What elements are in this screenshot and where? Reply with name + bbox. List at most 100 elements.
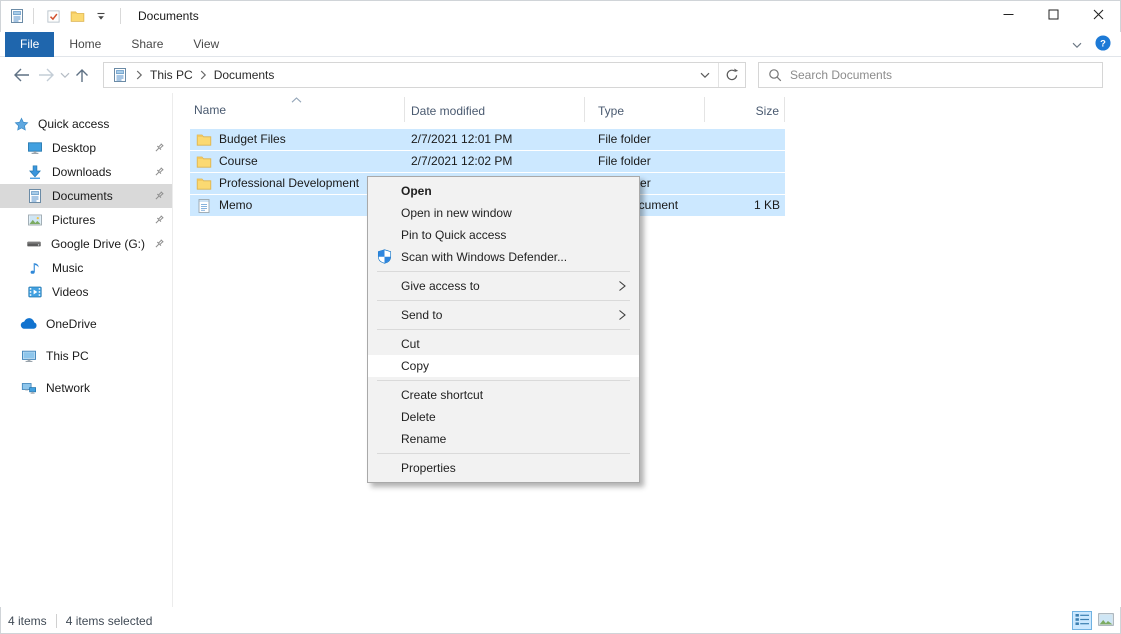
sidebar-item-this-pc[interactable]: This PC xyxy=(0,344,172,368)
music-icon xyxy=(26,260,44,276)
address-bar[interactable]: This PC Documents xyxy=(103,62,746,88)
menu-item-open[interactable]: Open xyxy=(368,180,639,202)
sidebar-item-quick-access[interactable]: Quick access xyxy=(0,112,172,136)
sidebar-item-label: Google Drive (G:) xyxy=(51,237,145,251)
menu-item-scan-with-windows-defender[interactable]: Scan with Windows Defender... xyxy=(368,246,639,268)
close-button[interactable] xyxy=(1076,0,1121,32)
menu-item-label: Properties xyxy=(401,461,456,475)
file-row-budget-files[interactable]: Budget Files2/7/2021 12:01 PMFile folder xyxy=(190,129,785,150)
column-header-name[interactable]: Name xyxy=(190,97,405,122)
menu-item-rename[interactable]: Rename xyxy=(368,428,639,450)
sidebar-item-music[interactable]: Music xyxy=(0,256,172,280)
file-name: Course xyxy=(219,151,258,172)
close-icon xyxy=(1093,9,1104,23)
sidebar-item-onedrive[interactable]: OneDrive xyxy=(0,312,172,336)
column-header-size[interactable]: Size xyxy=(705,97,785,122)
sidebar-item-network[interactable]: Network xyxy=(0,376,172,400)
menu-item-copy[interactable]: Copy xyxy=(368,355,639,377)
back-button[interactable] xyxy=(12,63,31,87)
maximize-button[interactable] xyxy=(1031,0,1076,32)
file-row-course[interactable]: Course2/7/2021 12:02 PMFile folder xyxy=(190,151,785,172)
menu-item-label: Create shortcut xyxy=(401,388,483,402)
file-name: Professional Development xyxy=(219,173,359,194)
menu-item-pin-to-quick-access[interactable]: Pin to Quick access xyxy=(368,224,639,246)
thumbnail-view-button[interactable] xyxy=(1096,611,1116,630)
maximize-icon xyxy=(1048,9,1059,23)
sidebar-item-pictures[interactable]: Pictures xyxy=(0,208,172,232)
pin-icon xyxy=(153,238,165,250)
help-icon[interactable]: ? xyxy=(1095,35,1111,54)
qat-new-folder-icon[interactable] xyxy=(68,7,86,25)
menu-separator xyxy=(377,380,630,381)
tab-view[interactable]: View xyxy=(178,32,234,57)
column-header-type[interactable]: Type xyxy=(585,97,705,122)
column-header-label: Date modified xyxy=(411,104,485,118)
submenu-arrow-icon xyxy=(618,280,627,292)
menu-item-label: Open in new window xyxy=(401,206,512,220)
file-name-cell: Course xyxy=(190,151,405,172)
menu-item-cut[interactable]: Cut xyxy=(368,333,639,355)
column-header-date-modified[interactable]: Date modified xyxy=(405,97,585,122)
column-header-label: Size xyxy=(756,104,779,118)
menu-item-give-access-to[interactable]: Give access to xyxy=(368,275,639,297)
sidebar-item-label: Documents xyxy=(52,189,113,203)
menu-item-label: Send to xyxy=(401,308,442,322)
menu-item-open-in-new-window[interactable]: Open in new window xyxy=(368,202,639,224)
sidebar-item-label: Music xyxy=(52,261,83,275)
file-explorer-window: Documents FileHomeShareView ? This PC Doc… xyxy=(0,0,1121,634)
menu-item-delete[interactable]: Delete xyxy=(368,406,639,428)
sidebar-item-downloads[interactable]: Downloads xyxy=(0,160,172,184)
pin-icon xyxy=(153,190,165,202)
sort-ascending-icon xyxy=(291,97,302,103)
sidebar-item-desktop[interactable]: Desktop xyxy=(0,136,172,160)
folder-icon xyxy=(196,176,212,192)
menu-separator xyxy=(377,329,630,330)
desktop-icon xyxy=(26,140,44,156)
status-divider xyxy=(56,614,57,628)
tab-share[interactable]: Share xyxy=(116,32,178,57)
thumbnail-view-icon xyxy=(1098,613,1114,629)
size-cell: 1 KB xyxy=(705,195,785,216)
minimize-button[interactable] xyxy=(986,0,1031,32)
this-pc-icon xyxy=(20,348,38,364)
column-header-label: Name xyxy=(194,96,226,124)
ribbon-right-controls: ? xyxy=(1072,32,1111,57)
titlebar-separator xyxy=(120,8,121,24)
type-cell: File folder xyxy=(585,151,705,172)
address-dropdown-icon[interactable] xyxy=(692,63,718,87)
menu-item-label: Delete xyxy=(401,410,436,424)
qat-customize-dropdown-icon[interactable] xyxy=(92,7,110,25)
context-menu: Open Open in new window Pin to Quick acces… xyxy=(367,176,640,483)
breadcrumb-chevron-icon xyxy=(136,70,143,80)
search-icon xyxy=(768,68,782,82)
qat-properties-icon[interactable] xyxy=(44,7,62,25)
tab-file[interactable]: File xyxy=(5,32,54,57)
sidebar-item-label: Downloads xyxy=(52,165,111,179)
breadcrumb-segment-this-pc[interactable]: This PC xyxy=(150,68,193,82)
drive-icon xyxy=(26,236,43,252)
window-title: Documents xyxy=(138,9,199,23)
details-view-button[interactable] xyxy=(1072,611,1092,630)
up-button[interactable] xyxy=(74,63,90,87)
items-count: 4 items xyxy=(8,614,47,628)
menu-item-create-shortcut[interactable]: Create shortcut xyxy=(368,384,639,406)
recent-locations-dropdown-icon[interactable] xyxy=(60,63,70,87)
file-name-cell: Budget Files xyxy=(190,129,405,150)
forward-button[interactable] xyxy=(37,63,56,87)
minimize-icon xyxy=(1003,9,1014,23)
collapse-ribbon-icon[interactable] xyxy=(1072,38,1082,52)
file-name: Memo xyxy=(219,195,252,216)
tab-home[interactable]: Home xyxy=(54,32,116,57)
folder-icon xyxy=(196,132,212,148)
window-icon xyxy=(8,7,26,25)
refresh-icon[interactable] xyxy=(719,63,745,87)
sidebar-item-videos[interactable]: Videos xyxy=(0,280,172,304)
sidebar-item-documents[interactable]: Documents xyxy=(0,184,172,208)
menu-item-send-to[interactable]: Send to xyxy=(368,304,639,326)
sidebar-item-google-drive-g[interactable]: Google Drive (G:) xyxy=(0,232,172,256)
window-controls xyxy=(986,0,1121,32)
menu-item-properties[interactable]: Properties xyxy=(368,457,639,479)
breadcrumb-segment-documents[interactable]: Documents xyxy=(214,68,275,82)
text-document-icon xyxy=(196,198,212,214)
search-input[interactable] xyxy=(790,64,1102,86)
